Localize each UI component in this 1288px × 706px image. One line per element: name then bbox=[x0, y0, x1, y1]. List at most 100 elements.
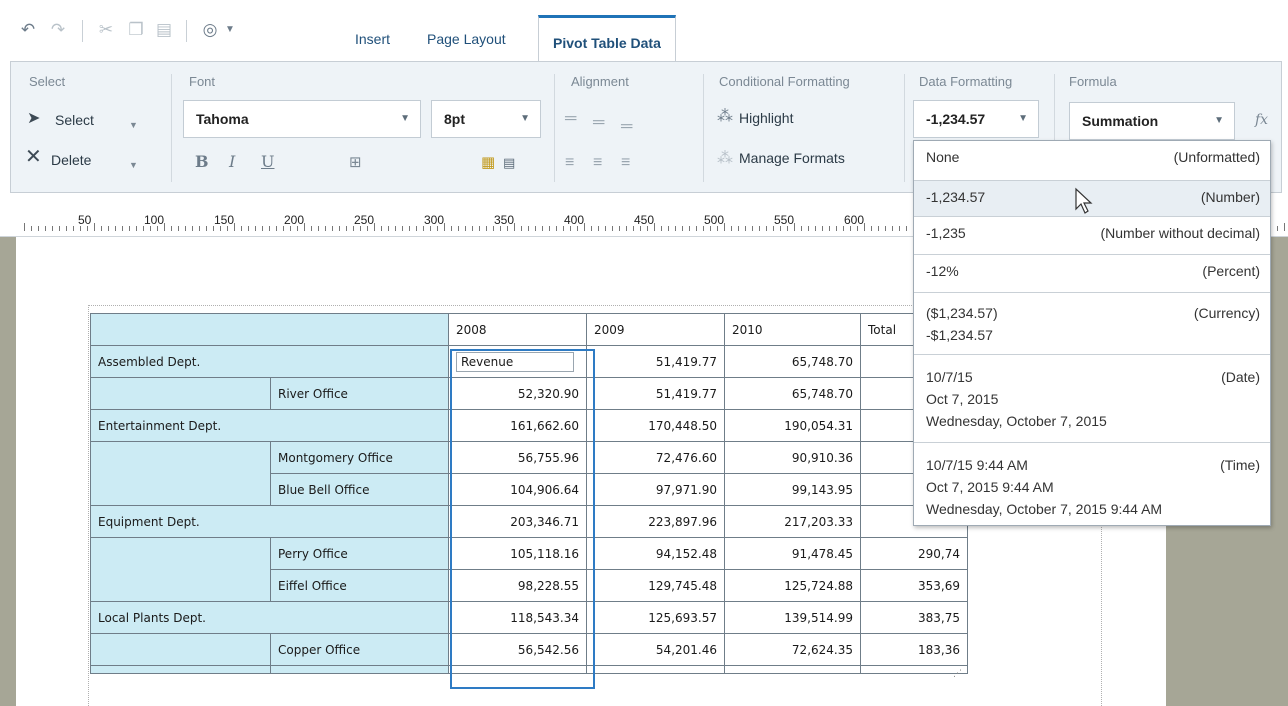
preview-icon[interactable]: ◎ bbox=[200, 20, 220, 40]
format-option[interactable]: ($1,234.57) -$1,234.57 (Currency) bbox=[914, 293, 1270, 355]
font-family-combo[interactable]: Tahoma ▼ bbox=[183, 100, 421, 138]
office-label[interactable]: Copper Office bbox=[270, 633, 449, 666]
format-option[interactable]: -12% (Percent) bbox=[914, 255, 1270, 293]
value-cell[interactable]: 383,75 bbox=[860, 601, 968, 634]
font-family-value: Tahoma bbox=[196, 111, 249, 127]
value-cell[interactable]: 51,419.77 bbox=[586, 377, 725, 410]
data-format-combo[interactable]: -1,234.57 ▼ bbox=[913, 100, 1039, 138]
column-header-2010[interactable]: 2010 bbox=[724, 313, 861, 346]
value-cell[interactable]: 98,228.55 bbox=[448, 569, 587, 602]
formula-combo[interactable]: Summation ▼ bbox=[1069, 102, 1235, 140]
align-left-icon[interactable]: ≡ bbox=[565, 154, 574, 172]
ruler-tick bbox=[437, 226, 438, 231]
value-cell[interactable]: 51,419.77 bbox=[586, 345, 725, 378]
redo-icon[interactable]: ↷ bbox=[48, 20, 68, 40]
value-cell[interactable]: 56,542.56 bbox=[448, 633, 587, 666]
value-cell[interactable]: 161,662.60 bbox=[448, 409, 587, 442]
office-label[interactable]: Eiffel Office bbox=[270, 569, 449, 602]
office-label[interactable]: Montgomery Office bbox=[270, 441, 449, 474]
select-button[interactable]: Select bbox=[55, 112, 94, 128]
delete-button[interactable]: Delete bbox=[51, 152, 91, 168]
value-cell[interactable]: 139,514.99 bbox=[724, 601, 861, 634]
table-row: Equipment Dept. 203,346.71 223,897.96 217,2… bbox=[90, 505, 968, 538]
tab-page-layout[interactable]: Page Layout bbox=[427, 22, 506, 56]
ruler-tick bbox=[787, 226, 788, 231]
column-header-2008[interactable]: 2008 bbox=[448, 313, 587, 346]
chevron-down-icon[interactable]: ▼ bbox=[129, 116, 138, 134]
value-cell[interactable]: 90,910.36 bbox=[724, 441, 861, 474]
fx-icon[interactable]: fx bbox=[1255, 112, 1268, 128]
chevron-down-icon[interactable]: ▼ bbox=[129, 156, 138, 174]
value-cell[interactable]: 125,724.88 bbox=[724, 569, 861, 602]
dept-label[interactable]: Entertainment Dept. bbox=[90, 409, 449, 442]
office-label[interactable]: Perry Office bbox=[270, 537, 449, 570]
tab-pivot-table-data[interactable]: Pivot Table Data bbox=[538, 15, 676, 62]
value-cell[interactable]: 99,143.95 bbox=[724, 473, 861, 506]
value-cell[interactable]: 104,906.64 bbox=[448, 473, 587, 506]
value-cell[interactable]: 170,448.50 bbox=[586, 409, 725, 442]
ruler-tick bbox=[206, 226, 207, 231]
value-cell[interactable]: 56,755.96 bbox=[448, 441, 587, 474]
ruler-tick bbox=[395, 226, 396, 231]
value-cell[interactable]: 290,74 bbox=[860, 537, 968, 570]
fill-color-icon[interactable]: ▦ bbox=[481, 154, 495, 172]
column-header-2009[interactable]: 2009 bbox=[586, 313, 725, 346]
value-cell[interactable]: 203,346.71 bbox=[448, 505, 587, 538]
borders-icon[interactable]: ⊞ bbox=[349, 154, 362, 172]
value-cell[interactable]: 183,36 bbox=[860, 633, 968, 666]
tab-insert[interactable]: Insert bbox=[355, 22, 390, 56]
chevron-down-icon[interactable]: ▼ bbox=[220, 20, 240, 40]
manage-formats-icon: ⁂ bbox=[717, 150, 733, 167]
highlight-button[interactable]: Highlight bbox=[739, 110, 793, 126]
text-color-icon[interactable]: ▤ bbox=[503, 154, 515, 172]
value-cell[interactable]: 190,054.31 bbox=[724, 409, 861, 442]
value-cell[interactable]: 97,971.90 bbox=[586, 473, 725, 506]
value-cell[interactable]: 91,478.45 bbox=[724, 537, 861, 570]
dept-label[interactable]: Equipment Dept. bbox=[90, 505, 449, 538]
value-cell[interactable]: 105,118.16 bbox=[448, 537, 587, 570]
value-cell[interactable]: 65,748.70 bbox=[724, 345, 861, 378]
font-size-combo[interactable]: 8pt ▼ bbox=[431, 100, 541, 138]
italic-button[interactable]: I bbox=[229, 152, 235, 171]
value-cell[interactable]: 223,897.96 bbox=[586, 505, 725, 538]
undo-icon[interactable]: ↶ bbox=[18, 20, 38, 40]
manage-formats-button[interactable]: Manage Formats bbox=[739, 150, 845, 166]
format-option-sample: Oct 7, 2015 bbox=[926, 391, 999, 407]
align-middle-icon[interactable]: ═ bbox=[593, 114, 604, 132]
bold-button[interactable]: B bbox=[195, 152, 209, 171]
value-cell[interactable]: 52,320.90 bbox=[448, 377, 587, 410]
value-cell[interactable]: 129,745.48 bbox=[586, 569, 725, 602]
align-bottom-icon[interactable]: ═ bbox=[621, 118, 632, 136]
value-cell[interactable]: 54,201.46 bbox=[586, 633, 725, 666]
pivot-table[interactable]: 2008 2009 2010 Total Assembled Dept. Reve… bbox=[90, 313, 968, 674]
value-cell[interactable]: 125,693.57 bbox=[586, 601, 725, 634]
dept-label[interactable]: Local Plants Dept. bbox=[90, 601, 449, 634]
cut-icon[interactable]: ✂ bbox=[96, 20, 116, 40]
value-cell-editing[interactable]: Revenue bbox=[448, 345, 587, 378]
format-option[interactable]: 10/7/15 Oct 7, 2015 Wednesday, October 7, … bbox=[914, 355, 1270, 443]
value-cell[interactable]: 65,748.70 bbox=[724, 377, 861, 410]
align-right-icon[interactable]: ≡ bbox=[621, 154, 630, 172]
dept-spacer-cell bbox=[90, 569, 271, 602]
value-cell[interactable]: 94,152.48 bbox=[586, 537, 725, 570]
copy-icon[interactable]: ❐ bbox=[126, 20, 146, 40]
value-cell[interactable]: 72,624.35 bbox=[724, 633, 861, 666]
dept-label[interactable]: Assembled Dept. bbox=[90, 345, 449, 378]
value-cell[interactable]: 353,69 bbox=[860, 569, 968, 602]
office-label[interactable]: River Office bbox=[270, 377, 449, 410]
format-option[interactable]: None (Unformatted) bbox=[914, 141, 1270, 181]
value-cell[interactable]: 72,476.60 bbox=[586, 441, 725, 474]
align-center-icon[interactable]: ≡ bbox=[593, 154, 602, 172]
format-option[interactable]: 10/7/15 9:44 AM Oct 7, 2015 9:44 AM Wednes… bbox=[914, 443, 1270, 525]
office-label[interactable]: Blue Bell Office bbox=[270, 473, 449, 506]
underline-button[interactable]: U bbox=[261, 152, 274, 171]
format-option-sample: None bbox=[926, 149, 960, 165]
ruler-tick bbox=[647, 226, 648, 231]
value-cell[interactable]: 217,203.33 bbox=[724, 505, 861, 538]
resize-handle-icon[interactable]: ⋰ bbox=[953, 668, 962, 679]
value-cell[interactable]: 118,543.34 bbox=[448, 601, 587, 634]
paste-icon[interactable]: ▤ bbox=[154, 20, 174, 40]
align-top-icon[interactable]: ═ bbox=[565, 110, 576, 128]
format-option[interactable]: -1,235 (Number without decimal) bbox=[914, 217, 1270, 255]
cell-edit-field[interactable]: Revenue bbox=[456, 351, 574, 372]
